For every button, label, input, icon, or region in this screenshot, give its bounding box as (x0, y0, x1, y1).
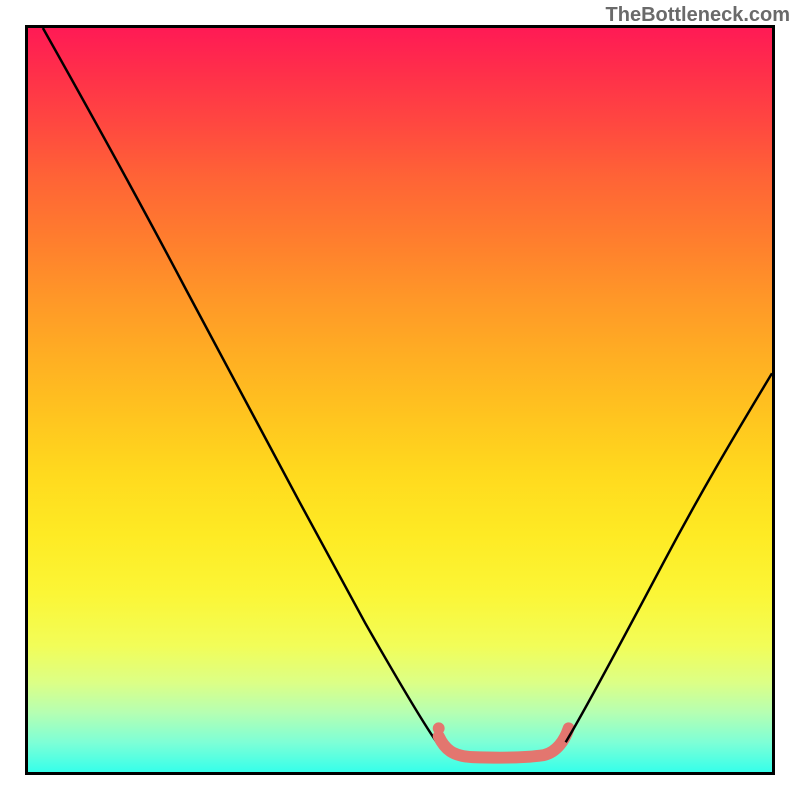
chart-plot-area (25, 25, 775, 775)
watermark-text: TheBottleneck.com (606, 4, 790, 27)
curve-black-right (566, 373, 772, 742)
chart-svg (28, 28, 772, 772)
curve-pink-trough (439, 728, 569, 757)
curve-pink-dot (433, 722, 445, 734)
curve-black-left (43, 28, 443, 750)
